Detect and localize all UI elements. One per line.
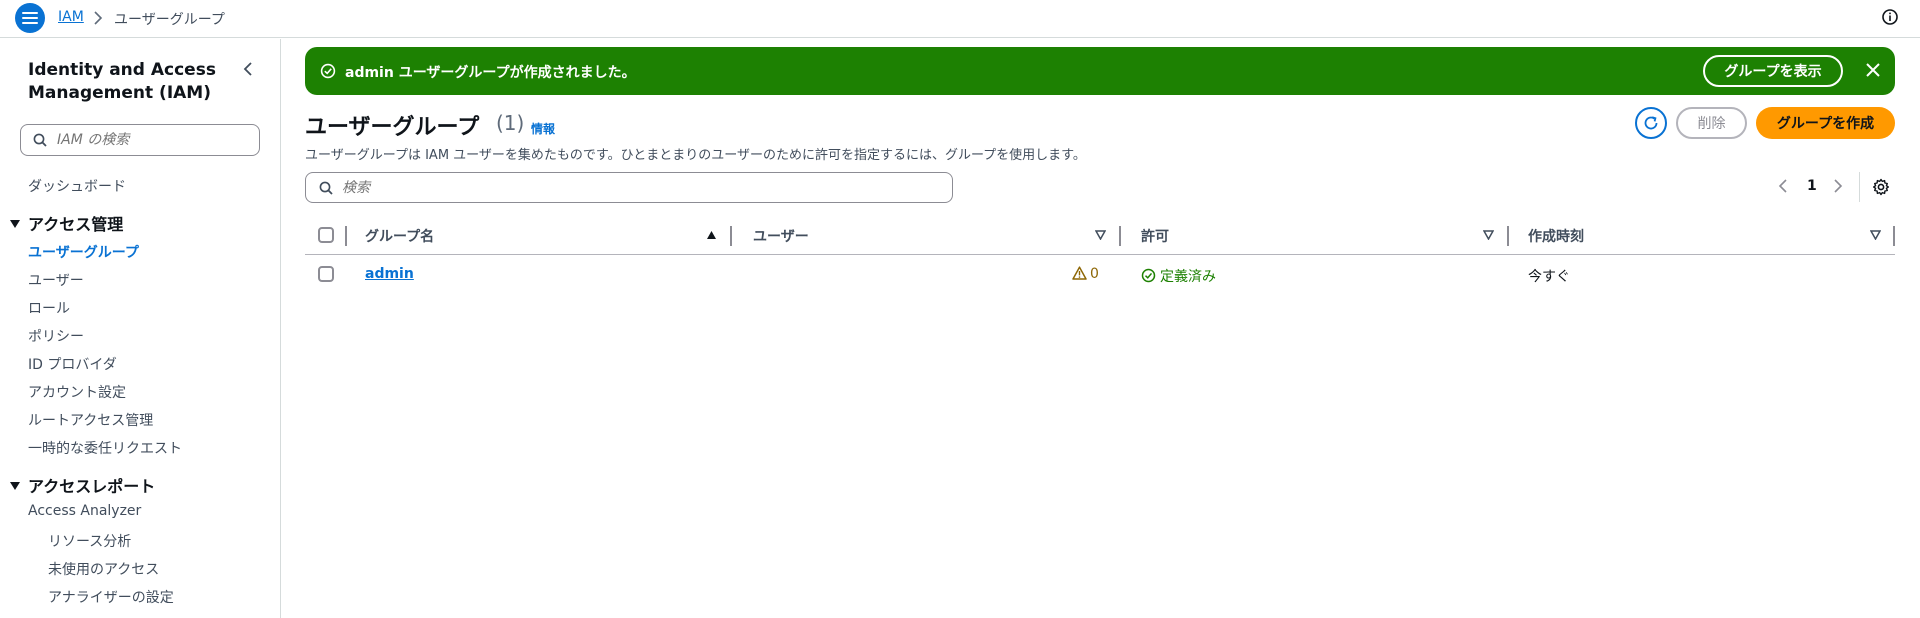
check-circle-icon [1141,268,1156,283]
sidebar-item-roles[interactable]: ロール [28,298,70,318]
column-divider [345,226,347,246]
sort-descending-icon[interactable] [1483,230,1494,240]
info-link[interactable]: 情報 [531,120,555,137]
sidebar-item-dashboard[interactable]: ダッシュボード [28,176,126,196]
caret-down-icon [10,220,20,228]
sidebar-item-root-access[interactable]: ルートアクセス管理 [28,410,153,430]
search-icon [319,181,333,195]
table-filter [305,172,953,203]
group-name-link[interactable]: admin [365,266,414,282]
gear-icon[interactable] [1872,178,1890,196]
flash-message: admin ユーザーグループが作成されました。 [345,65,636,81]
pagination-divider [1859,172,1860,202]
creation-time: 今すぐ [1528,269,1570,285]
column-divider [730,226,732,246]
sidebar-item-analyzer-settings[interactable]: アナライザーの設定 [48,587,174,607]
chevron-left-icon[interactable] [1777,178,1789,194]
select-all-checkbox[interactable] [318,227,334,243]
sort-descending-icon[interactable] [1095,230,1106,240]
close-icon[interactable] [1865,62,1881,78]
breadcrumb-iam-link[interactable]: IAM [58,9,84,25]
chevron-left-icon[interactable] [241,61,255,77]
sidebar-item-policies[interactable]: ポリシー [28,326,84,346]
sidebar-section-label: アクセス管理 [28,215,124,234]
refresh-icon [1644,116,1658,130]
page-number[interactable]: 1 [1807,178,1817,194]
users-count-value: 0 [1090,266,1099,282]
check-circle-icon [320,63,336,79]
top-navigation-bar: IAM ユーザーグループ [0,0,1920,38]
breadcrumb-current: ユーザーグループ [114,12,225,28]
group-count: (1) [496,111,525,135]
delete-button[interactable]: 削除 [1676,107,1747,139]
warning-icon [1072,266,1087,280]
sidebar-search [20,124,260,156]
sidebar-title: Identity and Access Management (IAM) [28,60,216,103]
row-checkbox[interactable] [318,266,334,282]
side-navigation: Identity and Access Management (IAM) ダッシ… [0,39,281,618]
caret-down-icon [10,482,20,490]
column-header-creation-time[interactable]: 作成時刻 [1528,226,1584,246]
menu-button[interactable] [15,3,45,33]
column-header-group-name[interactable]: グループ名 [365,226,434,246]
sidebar-item-users[interactable]: ユーザー [28,270,84,290]
view-group-button[interactable]: グループを表示 [1703,55,1843,87]
table-row: admin 0 定義済み 今すぐ [305,256,1895,292]
column-divider [1893,226,1895,246]
filter-input[interactable] [342,177,932,199]
permissions-status-value: 定義済み [1160,269,1216,285]
success-flash-banner: admin ユーザーグループが作成されました。 グループを表示 [305,47,1895,95]
sort-descending-icon[interactable] [1870,230,1881,240]
info-icon[interactable] [1881,8,1899,26]
chevron-right-icon [94,11,103,25]
column-header-permissions[interactable]: 許可 [1141,226,1169,246]
sidebar-item-identity-providers[interactable]: ID プロバイダ [28,354,117,374]
sidebar-item-resource-analysis[interactable]: リソース分析 [48,531,131,551]
sort-ascending-icon[interactable] [706,230,717,240]
column-divider [1507,226,1509,246]
column-header-users[interactable]: ユーザー [753,226,809,246]
create-group-button[interactable]: グループを作成 [1756,107,1895,139]
permissions-status: 定義済み [1141,266,1216,286]
chevron-right-icon[interactable] [1832,178,1844,194]
sidebar-item-temporary-delegation[interactable]: 一時的な委任リクエスト [28,438,182,458]
sidebar-item-account-settings[interactable]: アカウント設定 [28,382,126,402]
sidebar-item-access-analyzer[interactable]: Access Analyzer [28,503,141,519]
sidebar-item-user-groups[interactable]: ユーザーグループ [28,242,139,262]
column-divider [1119,226,1121,246]
page-title: ユーザーグループ [305,115,480,140]
sidebar-search-input[interactable] [57,129,252,151]
search-icon [33,133,47,147]
sidebar-section-label: アクセスレポート [28,477,156,496]
sidebar-item-unused-access[interactable]: 未使用のアクセス [48,559,159,579]
page-description: ユーザーグループは IAM ユーザーを集めたものです。ひとまとまりのユーザーのた… [305,148,1086,163]
users-count: 0 [1072,266,1099,282]
table-header: グループ名 ユーザー 許可 作成時刻 [305,218,1895,255]
refresh-button[interactable] [1635,107,1667,139]
hamburger-icon [22,12,38,24]
sidebar-section-access-management[interactable]: アクセス管理 [10,211,123,235]
sidebar-section-access-reports[interactable]: アクセスレポート [10,473,155,497]
